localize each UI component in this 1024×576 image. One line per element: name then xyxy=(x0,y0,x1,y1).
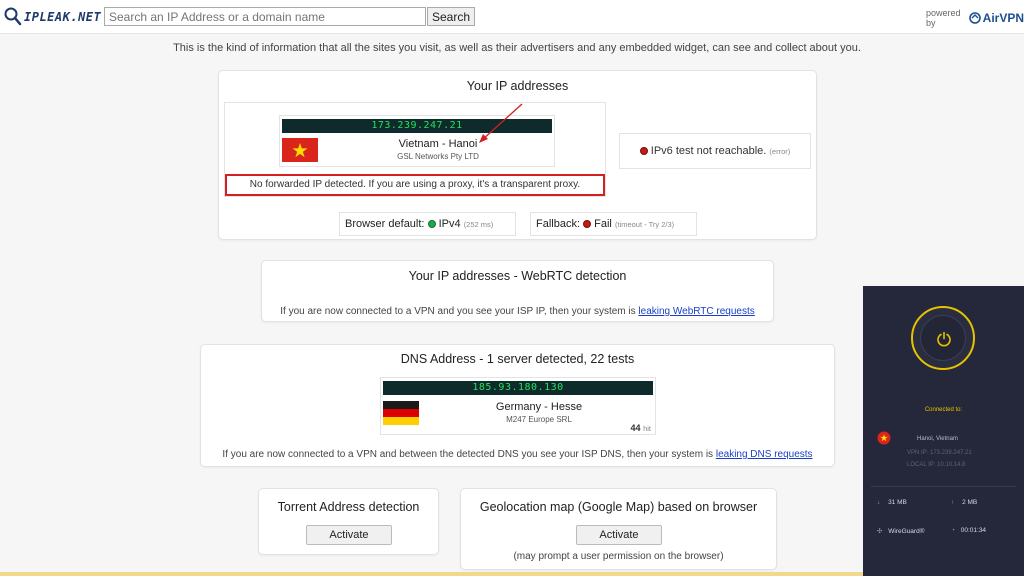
dns-hits: 44 hit xyxy=(631,423,651,433)
airvpn-text: AirVPN xyxy=(982,11,1024,25)
search-button[interactable]: Search xyxy=(427,7,476,26)
protocol-icon: ✣ xyxy=(877,528,883,535)
vpn-upload-value: 2 MB xyxy=(962,499,978,506)
vpn-divider xyxy=(871,486,1016,487)
vpn-app-panel: Connected to: Hanoi, Vietnam VPN IP: 173… xyxy=(863,286,1024,576)
vpn-connect-button[interactable] xyxy=(911,306,975,370)
torrent-activate-button[interactable]: Activate xyxy=(306,525,392,545)
airvpn-logo: AirVPN xyxy=(968,11,1024,25)
vpn-location: Hanoi, Vietnam xyxy=(917,436,958,442)
webrtc-title: Your IP addresses - WebRTC detection xyxy=(408,269,627,283)
geolocation-note: (may prompt a user permission on the bro… xyxy=(513,551,724,562)
vpn-protocol-value: WireGuard® xyxy=(888,528,925,535)
ip-addresses-card: Your IP addresses 173.239.247.21 Vietnam… xyxy=(218,70,817,240)
vpn-ip: VPN IP: 173.239.247.21 xyxy=(907,450,972,456)
fallback-box: Fallback: Fail (timeout - Try 2/3) xyxy=(530,212,697,236)
vietnam-flag-icon xyxy=(282,138,318,162)
fallback-note: (timeout - Try 2/3) xyxy=(614,220,675,229)
dns-card: DNS Address - 1 server detected, 22 test… xyxy=(200,344,835,467)
browser-default-dot xyxy=(427,220,436,229)
ipv6-status-text: IPv6 test not reachable. xyxy=(650,145,767,157)
airvpn-icon xyxy=(968,12,981,24)
vpn-upload: ↑ 2 MB xyxy=(951,499,977,506)
dns-leak-link[interactable]: leaking DNS requests xyxy=(716,449,813,460)
annotation-arrow xyxy=(479,103,523,143)
dns-entry: 185.93.180.130 Germany - Hesse M247 Euro… xyxy=(380,377,656,435)
ip-section-title: Your IP addresses xyxy=(466,79,569,93)
dns-text: If you are now connected to a VPN and be… xyxy=(201,449,834,460)
logo-text: IPLEAK.NET xyxy=(24,10,102,24)
download-icon: ↓ xyxy=(877,499,881,506)
vpn-download-value: 31 MB xyxy=(888,499,907,506)
ipv6-status-note: (error) xyxy=(769,147,791,156)
torrent-title: Torrent Address detection xyxy=(277,500,420,514)
geolocation-activate-button[interactable]: Activate xyxy=(576,525,662,545)
ipv6-status-dot xyxy=(639,147,648,156)
webrtc-card: Your IP addresses - WebRTC detection If … xyxy=(261,260,774,322)
power-icon xyxy=(937,331,951,347)
intro-text: This is the kind of information that all… xyxy=(173,42,861,54)
fallback-value: Fail xyxy=(594,218,612,230)
vpn-download: ↓ 31 MB xyxy=(877,499,907,506)
fallback-label: Fallback: xyxy=(536,218,581,230)
geolocation-title: Geolocation map (Google Map) based on br… xyxy=(479,500,758,514)
dns-description: If you are now connected to a VPN and be… xyxy=(222,449,714,460)
browser-default-value: IPv4 xyxy=(438,218,461,230)
dns-isp: M247 Europe SRL xyxy=(506,415,572,424)
forwarded-ip-notice: No forwarded IP detected. If you are usi… xyxy=(225,174,605,196)
vpn-status: Connected to: xyxy=(924,407,963,413)
webrtc-text: If you are now connected to a VPN and yo… xyxy=(262,306,773,317)
browser-default-box: Browser default: IPv4 (252 ms) xyxy=(339,212,516,236)
powered-by[interactable]: powered by AirVPN xyxy=(926,8,1024,28)
dns-ip-display[interactable]: 185.93.180.130 xyxy=(383,381,653,395)
webrtc-description: If you are now connected to a VPN and yo… xyxy=(280,306,636,317)
search-input[interactable] xyxy=(104,7,426,26)
powered-by-label: powered by xyxy=(926,8,961,28)
vpn-protocol: ✣ WireGuard® xyxy=(877,527,924,535)
browser-default-ms: (252 ms) xyxy=(463,220,494,229)
torrent-card: Torrent Address detection Activate xyxy=(258,488,439,555)
ipv6-panel: IPv6 test not reachable. (error) xyxy=(619,133,811,169)
bottom-strip xyxy=(0,572,863,576)
upload-icon: ↑ xyxy=(951,499,955,506)
geolocation-card: Geolocation map (Google Map) based on br… xyxy=(460,488,777,570)
browser-default-label: Browser default: xyxy=(345,218,425,230)
dns-hits-count: 44 xyxy=(630,423,641,433)
vpn-duration: ◔ 00:01:34 xyxy=(951,527,986,534)
vpn-duration-value: 00:01:34 xyxy=(960,527,987,534)
magnifier-logo-icon xyxy=(4,7,22,26)
vpn-local-ip: LOCAL IP: 10.10.14.8 xyxy=(907,462,966,468)
vpn-ring-inner xyxy=(920,315,966,361)
dns-title: DNS Address - 1 server detected, 22 test… xyxy=(400,352,635,366)
germany-flag-icon xyxy=(383,401,419,425)
vietnam-flag-small-icon xyxy=(877,431,891,445)
site-logo[interactable]: IPLEAK.NET xyxy=(4,6,101,28)
clock-icon: ◔ xyxy=(951,527,955,534)
ip-isp: GSL Networks Pty LTD xyxy=(397,152,479,161)
webrtc-leak-link[interactable]: leaking WebRTC requests xyxy=(638,306,754,317)
dns-hits-label: hit xyxy=(643,424,651,433)
dns-location: Germany - Hesse xyxy=(495,401,583,413)
fallback-dot xyxy=(583,220,592,229)
forwarded-ip-text: No forwarded IP detected. If you are usi… xyxy=(249,179,581,190)
ipv4-panel: 173.239.247.21 Vietnam - Hanoi GSL Netwo… xyxy=(224,102,606,197)
top-bar: IPLEAK.NET Search powered by AirVPN xyxy=(0,0,1024,34)
